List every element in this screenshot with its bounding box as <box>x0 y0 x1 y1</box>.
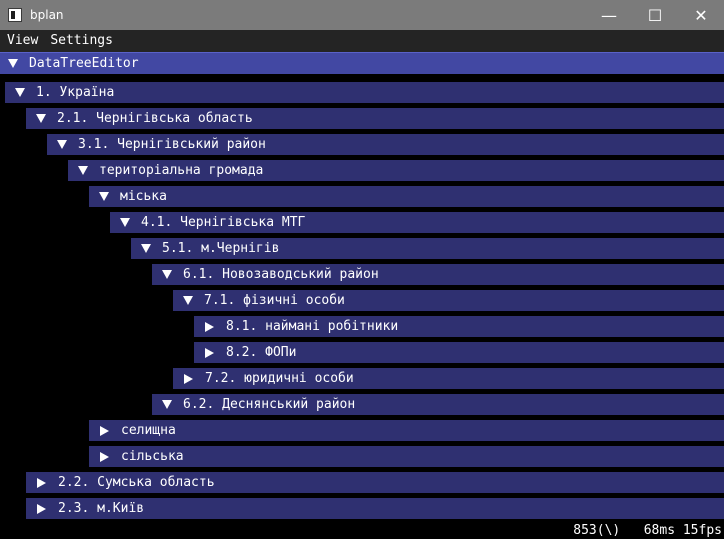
collapsed-arrow-icon[interactable] <box>205 321 214 332</box>
tree-node-label: 2.3. м.Київ <box>58 501 145 516</box>
editor-header[interactable]: DataTreeEditor <box>0 52 724 74</box>
expanded-arrow-icon[interactable] <box>15 88 25 97</box>
tree-node[interactable]: 7.1. фізичні особи <box>173 290 724 311</box>
collapsed-arrow-icon[interactable] <box>37 477 46 488</box>
tree-node[interactable]: 8.2. ФОПи <box>194 342 724 363</box>
expanded-arrow-icon[interactable] <box>183 296 193 305</box>
tree-node[interactable]: 6.2. Деснянський район <box>152 394 724 415</box>
status-bar: 853(\) 68ms 15fps <box>573 523 722 538</box>
tree-node-label: 2.2. Сумська область <box>58 475 215 490</box>
tree-node-label: 1. Україна <box>36 85 115 100</box>
tree-node-label: 7.2. юридичні особи <box>205 371 354 386</box>
tree-node-label: міська <box>120 189 167 204</box>
tree-node-label: 6.2. Деснянський район <box>183 397 356 412</box>
tree-node[interactable]: 3.1. Чернігівський район <box>47 134 724 155</box>
close-button[interactable]: ✕ <box>678 0 724 30</box>
tree-node-label: територіальна громада <box>99 163 264 178</box>
collapsed-arrow-icon[interactable] <box>100 425 109 436</box>
editor-title: DataTreeEditor <box>29 56 139 71</box>
menu-settings[interactable]: Settings <box>45 30 118 52</box>
tree-node[interactable]: 6.1. Новозаводський район <box>152 264 724 285</box>
menu-view[interactable]: View <box>2 30 43 52</box>
tree-node-label: 3.1. Чернігівський район <box>78 137 266 152</box>
tree-node-label: селищна <box>121 423 176 438</box>
app-icon <box>8 8 22 22</box>
tree-node[interactable]: 1. Україна <box>5 82 724 103</box>
window-title: bplan <box>30 8 64 22</box>
tree-node[interactable]: 2.3. м.Київ <box>26 498 724 519</box>
collapsed-arrow-icon[interactable] <box>100 451 109 462</box>
collapsed-arrow-icon[interactable] <box>184 373 193 384</box>
collapsed-arrow-icon[interactable] <box>37 503 46 514</box>
maximize-button[interactable]: ☐ <box>632 0 678 30</box>
tree-node[interactable]: селищна <box>89 420 724 441</box>
menu-bar: View Settings <box>0 30 724 52</box>
tree-node[interactable]: 2.2. Сумська область <box>26 472 724 493</box>
tree-node-label: 5.1. м.Чернігів <box>162 241 280 256</box>
expanded-arrow-icon[interactable] <box>141 244 151 253</box>
tree-node-label: 4.1. Чернігівська МТГ <box>141 215 306 230</box>
expanded-arrow-icon[interactable] <box>78 166 88 175</box>
expanded-arrow-icon[interactable] <box>36 114 46 123</box>
collapse-arrow-icon[interactable] <box>8 59 18 68</box>
tree-node[interactable]: 7.2. юридичні особи <box>173 368 724 389</box>
tree-node[interactable]: міська <box>89 186 724 207</box>
tree-node-label: 8.2. ФОПи <box>226 345 297 360</box>
tree-node[interactable]: територіальна громада <box>68 160 724 181</box>
expanded-arrow-icon[interactable] <box>99 192 109 201</box>
expanded-arrow-icon[interactable] <box>162 400 172 409</box>
tree-node[interactable]: 2.1. Чернігівська область <box>26 108 724 129</box>
tree-node[interactable]: 4.1. Чернігівська МТГ <box>110 212 724 233</box>
minimize-button[interactable]: — <box>586 0 632 30</box>
tree-node-label: 6.1. Новозаводський район <box>183 267 379 282</box>
tree-node[interactable]: 8.1. наймані робітники <box>194 316 724 337</box>
window-titlebar[interactable]: bplan — ☐ ✕ <box>0 0 724 30</box>
expanded-arrow-icon[interactable] <box>162 270 172 279</box>
tree-node-label: 8.1. наймані робітники <box>226 319 399 334</box>
tree-node[interactable]: сільська <box>89 446 724 467</box>
tree-node-label: 2.1. Чернігівська область <box>57 111 253 126</box>
expanded-arrow-icon[interactable] <box>120 218 130 227</box>
expanded-arrow-icon[interactable] <box>57 140 67 149</box>
collapsed-arrow-icon[interactable] <box>205 347 214 358</box>
tree-node[interactable]: 5.1. м.Чернігів <box>131 238 724 259</box>
tree-node-label: 7.1. фізичні особи <box>204 293 345 308</box>
tree-node-label: сільська <box>121 449 184 464</box>
